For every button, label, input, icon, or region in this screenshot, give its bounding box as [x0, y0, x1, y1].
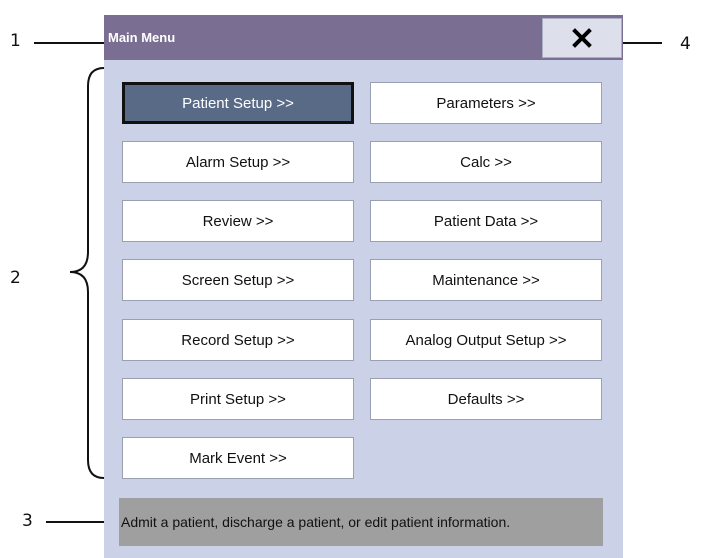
alarm-setup-button[interactable]: Alarm Setup >>	[122, 141, 354, 183]
help-text: Admit a patient, discharge a patient, or…	[121, 514, 511, 530]
callout-1-line	[34, 42, 106, 44]
callout-3: 3	[22, 511, 33, 531]
main-menu-window: Main Menu Patient Setup >> Alarm Setup >…	[104, 15, 623, 558]
patient-setup-button[interactable]: Patient Setup >>	[122, 82, 354, 124]
mark-event-button[interactable]: Mark Event >>	[122, 437, 354, 479]
patient-data-button[interactable]: Patient Data >>	[370, 200, 602, 242]
print-setup-button[interactable]: Print Setup >>	[122, 378, 354, 420]
callout-2: 2	[10, 268, 21, 288]
screen-setup-button[interactable]: Screen Setup >>	[122, 259, 354, 301]
review-button[interactable]: Review >>	[122, 200, 354, 242]
analog-output-setup-button[interactable]: Analog Output Setup >>	[370, 319, 602, 361]
record-setup-button[interactable]: Record Setup >>	[122, 319, 354, 361]
help-text-bar: Admit a patient, discharge a patient, or…	[119, 498, 603, 546]
close-icon	[572, 28, 592, 48]
callout-1: 1	[10, 31, 21, 51]
window-title: Main Menu	[108, 30, 176, 45]
parameters-button[interactable]: Parameters >>	[370, 82, 602, 124]
defaults-button[interactable]: Defaults >>	[370, 378, 602, 420]
maintenance-button[interactable]: Maintenance >>	[370, 259, 602, 301]
title-bar: Main Menu	[104, 15, 623, 60]
callout-4: 4	[680, 34, 691, 54]
close-button[interactable]	[542, 18, 622, 58]
calc-button[interactable]: Calc >>	[370, 141, 602, 183]
brace-icon	[69, 67, 105, 479]
